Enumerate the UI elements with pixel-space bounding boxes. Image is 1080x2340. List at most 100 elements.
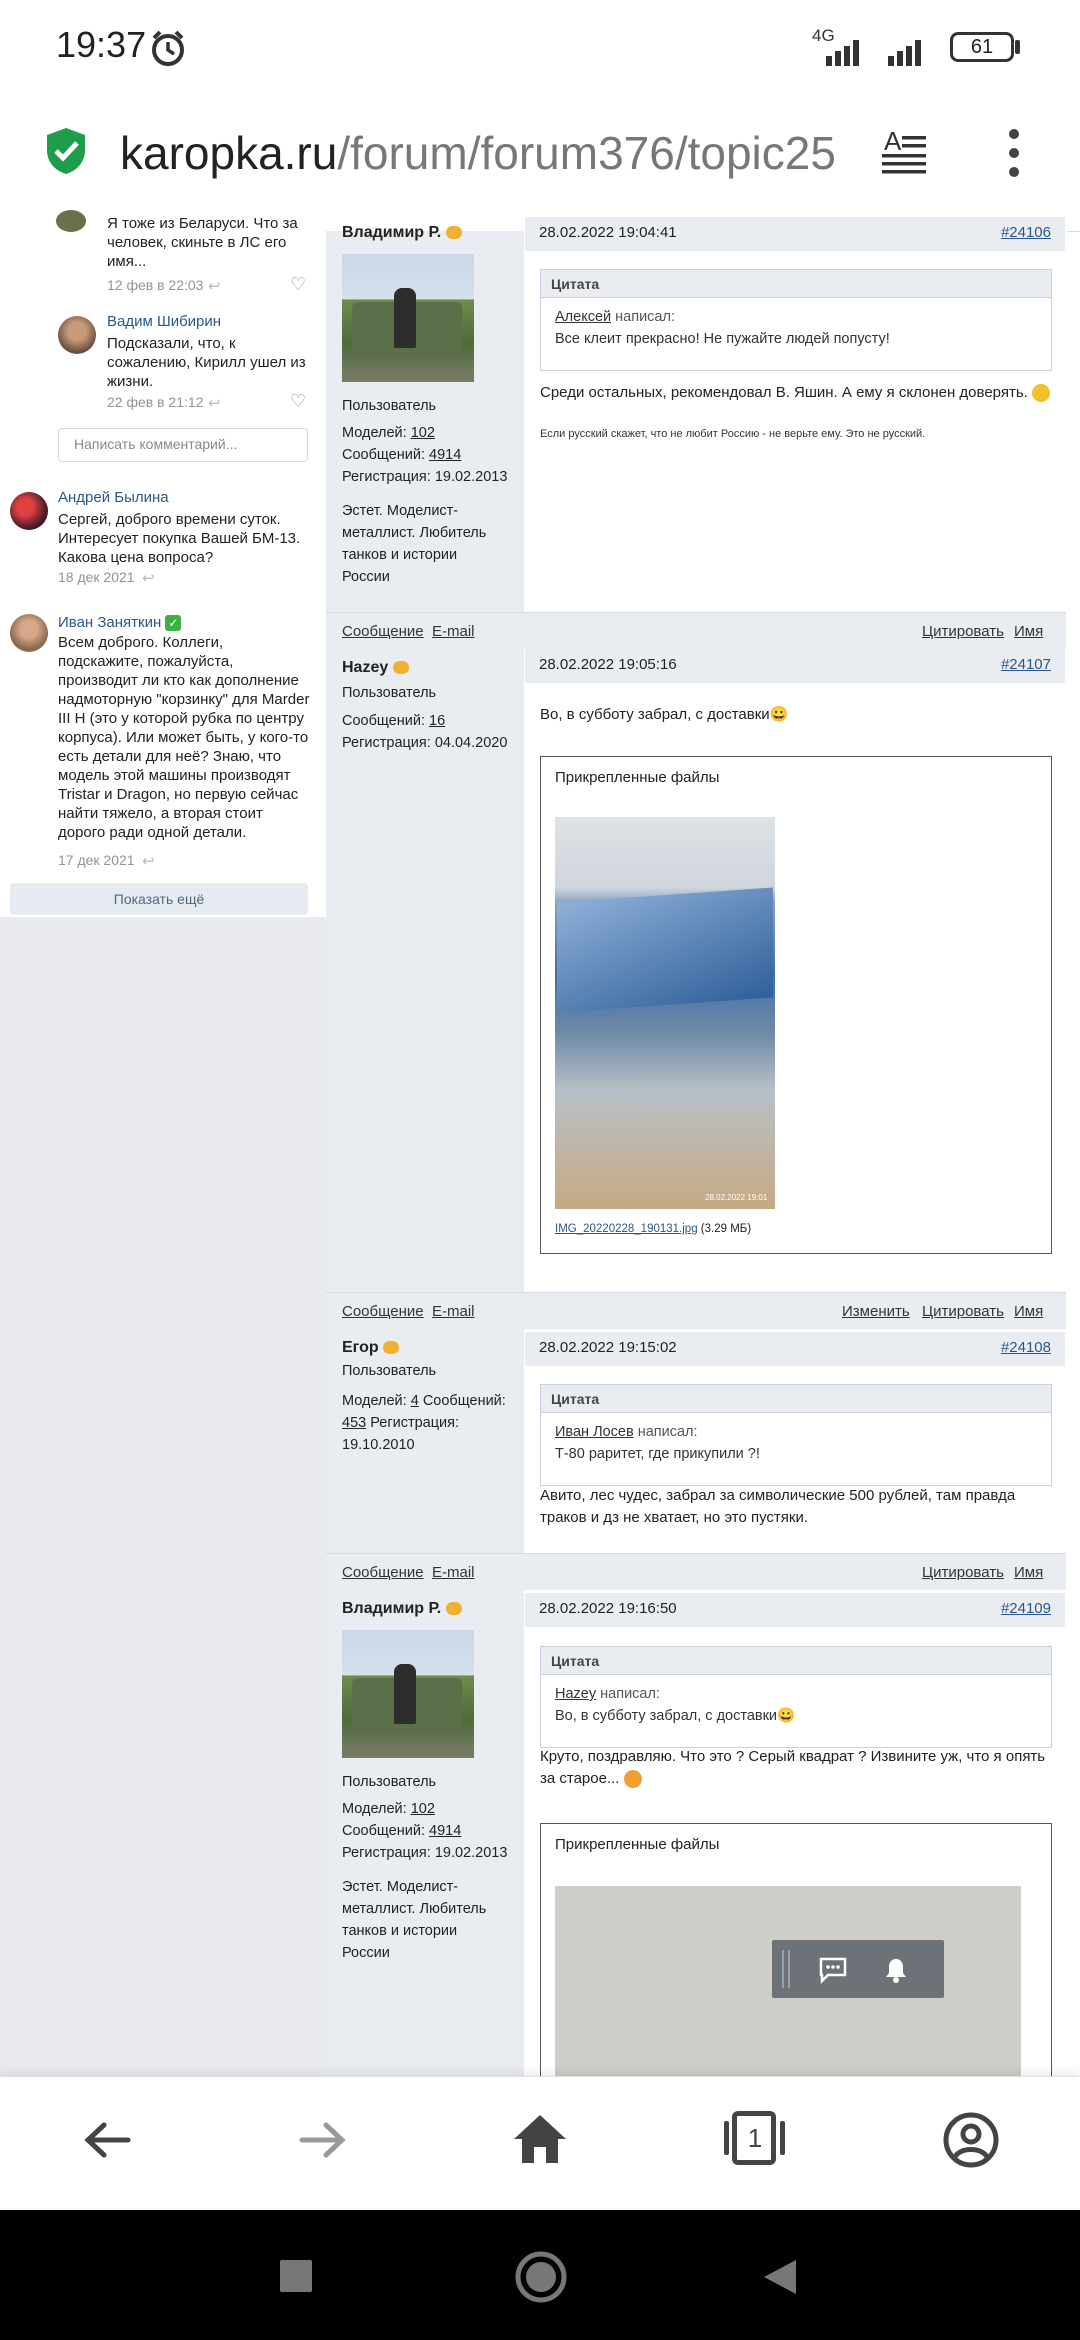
label: Сообщений:	[342, 447, 425, 463]
reply-icon[interactable]: ↩	[142, 852, 155, 870]
comment-author[interactable]: Иван Заняткин ✓	[58, 614, 182, 632]
bell-icon[interactable]	[884, 1956, 908, 1984]
quote-link[interactable]: Цитировать	[922, 623, 1004, 640]
feedback-icon[interactable]	[818, 1956, 848, 1984]
drag-handle[interactable]	[788, 1950, 790, 1988]
battery-icon: 61	[950, 32, 1014, 62]
user-registration: Регистрация: 19.02.2013	[342, 1842, 507, 1864]
comment-text: Всем доброго. Коллеги, подскажите, пожал…	[58, 634, 310, 841]
email-link[interactable]: E-mail	[432, 623, 475, 640]
edit-link[interactable]: Изменить	[842, 1303, 910, 1320]
name-link[interactable]: Имя	[1014, 1564, 1043, 1581]
user-role: Пользователь	[342, 1363, 437, 1379]
quote-body: Иван Лосев написал: Т-80 раритет, где пр…	[541, 1413, 1051, 1473]
user-messages: Сообщений: 4914	[342, 444, 461, 466]
browser-address-bar: karopka.ru/forum/forum376/topic25 A	[0, 96, 1080, 232]
user-models-link[interactable]: 4	[411, 1393, 419, 1409]
user-messages-link[interactable]: 16	[429, 713, 445, 729]
tabs-button[interactable]: 1	[724, 2111, 786, 2167]
comment-author[interactable]: Вадим Шибирин	[107, 313, 221, 330]
post-text-content: Среди остальных, рекомендовал В. Яшин. А…	[540, 384, 1028, 401]
comment-date: 17 дек 2021	[58, 852, 135, 868]
forward-arrow-icon[interactable]	[298, 2115, 348, 2165]
post-number-link[interactable]: #24106	[1001, 224, 1051, 241]
post-number-link[interactable]: #24107	[1001, 656, 1051, 673]
quote-body: Алексей написал: Все клеит прекрасно! Не…	[541, 298, 1051, 358]
post-author[interactable]: Владимир Р.	[342, 224, 462, 242]
quote-block: Цитата Hazey написал: Во, в субботу забр…	[540, 1646, 1052, 1748]
user-models-link[interactable]: 102	[411, 1801, 435, 1817]
user-role: Пользователь	[342, 685, 437, 701]
quote-author-link[interactable]: Hazey	[555, 1686, 596, 1702]
floating-toolbar	[772, 1940, 944, 1998]
user-messages-link[interactable]: 4914	[429, 447, 461, 463]
reply-icon[interactable]: ↩	[208, 394, 221, 412]
user-messages-link[interactable]: 453	[342, 1415, 366, 1431]
chat-bubble-icon	[383, 1341, 400, 1355]
comment-text: Сергей, доброго времени суток. Интересуе…	[58, 511, 301, 566]
post-author-name: Егор	[342, 1339, 379, 1356]
back-triangle-icon[interactable]	[762, 2258, 798, 2296]
like-heart-icon[interactable]: ♡	[290, 274, 306, 295]
battery-tip	[1015, 40, 1020, 54]
quote-title: Цитата	[541, 270, 1051, 298]
label: Моделей:	[342, 1393, 407, 1409]
home-icon[interactable]	[512, 2111, 568, 2165]
post-header: 28.02.2022 19:16:50 #24109	[525, 1593, 1065, 1627]
back-arrow-icon[interactable]	[82, 2115, 132, 2165]
quote-author-link[interactable]: Алексей	[555, 309, 611, 325]
name-link[interactable]: Имя	[1014, 623, 1043, 640]
name-link[interactable]: Имя	[1014, 1303, 1043, 1320]
attachment-file-link[interactable]: IMG_20220228_190131.jpg	[555, 1223, 698, 1235]
comment-text: Я тоже из Беларуси. Что за человек, скин…	[107, 215, 298, 270]
post-actions: Сообщение E-mail Цитировать Имя	[326, 1553, 1066, 1590]
like-heart-icon[interactable]: ♡	[290, 391, 306, 412]
url-field[interactable]: karopka.ru/forum/forum376/topic25	[120, 126, 850, 180]
attachment-image[interactable]: 28.02.2022 19:01	[555, 817, 775, 1209]
label: Моделей:	[342, 425, 407, 441]
reader-mode-icon[interactable]: A	[880, 126, 928, 174]
avatar[interactable]	[10, 614, 48, 652]
post-author[interactable]: Hazey	[342, 659, 409, 677]
post-text-content: Круто, поздравляю. Что это ? Серый квадр…	[540, 1748, 1046, 1787]
more-menu-icon[interactable]	[1006, 128, 1022, 178]
post-number-link[interactable]: #24109	[1001, 1600, 1051, 1617]
message-link[interactable]: Сообщение	[342, 623, 424, 640]
post-datetime: 28.02.2022 19:15:02	[539, 1339, 677, 1356]
chat-bubble-icon	[445, 226, 462, 240]
comment-author[interactable]: Андрей Былина	[58, 489, 169, 506]
quote-block: Цитата Иван Лосев написал: Т-80 раритет,…	[540, 1384, 1052, 1486]
quote-text: Все клеит прекрасно! Не пужайте людей по…	[555, 331, 890, 347]
user-messages: Сообщений: 16	[342, 710, 445, 732]
recents-square-icon[interactable]	[280, 2260, 312, 2292]
system-nav-bar	[0, 2210, 1080, 2340]
profile-icon[interactable]	[942, 2111, 1000, 2169]
quote-link[interactable]: Цитировать	[922, 1564, 1004, 1581]
quote-link[interactable]: Цитировать	[922, 1303, 1004, 1320]
post-author[interactable]: Егор	[342, 1339, 400, 1357]
avatar[interactable]	[10, 492, 48, 530]
post-author[interactable]: Владимир Р.	[342, 1600, 462, 1618]
post-datetime: 28.02.2022 19:04:41	[539, 224, 677, 241]
quote-author-link[interactable]: Иван Лосев	[555, 1424, 634, 1440]
reply-icon[interactable]: ↩	[142, 569, 155, 587]
email-link[interactable]: E-mail	[432, 1564, 475, 1581]
comment-date: 22 фев в 21:12	[107, 394, 204, 410]
email-link[interactable]: E-mail	[432, 1303, 475, 1320]
message-link[interactable]: Сообщение	[342, 1564, 424, 1581]
svg-text:A: A	[884, 126, 902, 156]
avatar[interactable]	[58, 316, 96, 354]
clock: 19:37	[56, 24, 147, 65]
home-circle-icon[interactable]	[514, 2250, 568, 2304]
reply-icon[interactable]: ↩	[208, 277, 221, 295]
post-number-link[interactable]: #24108	[1001, 1339, 1051, 1356]
show-more-button[interactable]: Показать ещё	[10, 883, 308, 915]
label: Моделей:	[342, 1801, 407, 1817]
user-messages-link[interactable]: 4914	[429, 1823, 461, 1839]
user-models-link[interactable]: 102	[411, 425, 435, 441]
comment-input[interactable]: Написать комментарий...	[58, 428, 308, 462]
drag-handle[interactable]	[782, 1950, 784, 1988]
message-link[interactable]: Сообщение	[342, 1303, 424, 1320]
url-path: /forum/forum376/topic25	[337, 127, 836, 179]
label: Сообщений:	[342, 1823, 425, 1839]
